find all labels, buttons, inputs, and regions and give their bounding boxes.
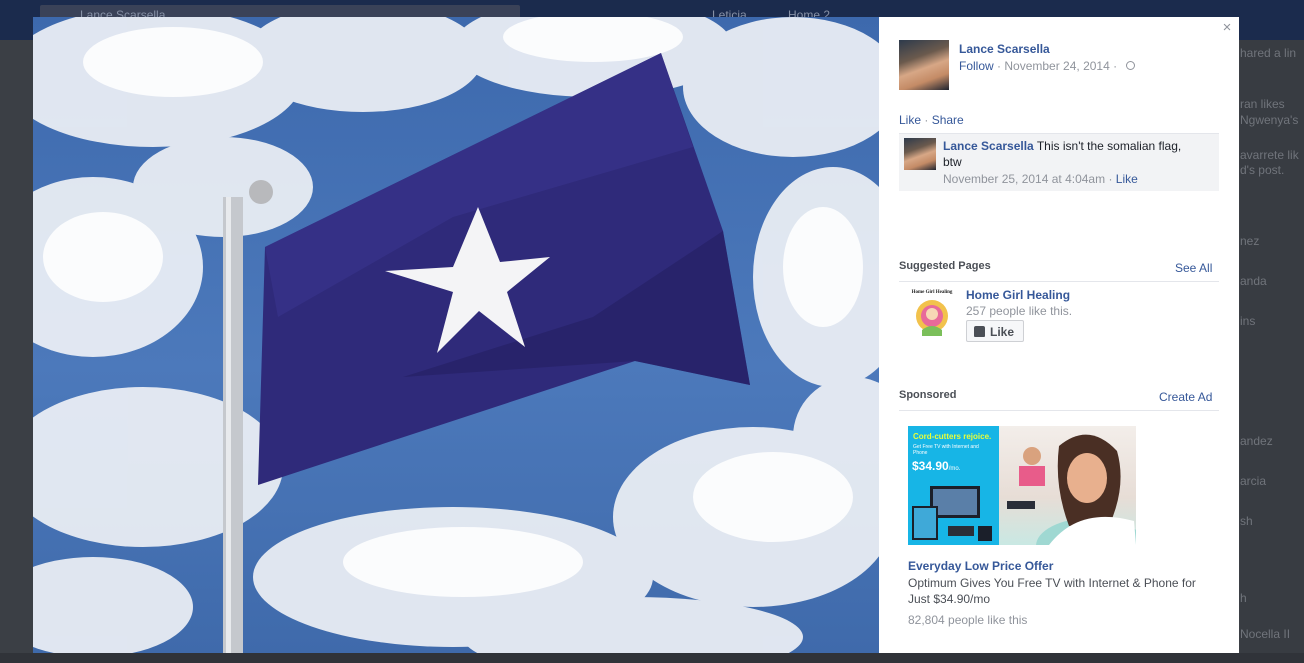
background-sidebar	[1240, 40, 1304, 663]
ad-description: Optimum Gives You Free TV with Internet …	[908, 576, 1196, 606]
close-icon[interactable]: ×	[1220, 20, 1234, 36]
ad-photo-art	[1007, 434, 1136, 545]
flag-pole-finial	[249, 180, 273, 204]
background-sidebar-text: hared a lin	[1240, 46, 1297, 60]
ad-devices-art	[912, 486, 992, 541]
comment-like-link[interactable]: Like	[1116, 172, 1138, 186]
background-sidebar-text: h	[1240, 591, 1247, 605]
page-logo-lettering: Home Girl Healing	[912, 290, 953, 295]
background-sidebar-text: Nocella II	[1240, 627, 1291, 641]
page-logo-art: Home Girl Healing	[912, 290, 953, 336]
ad-title-link[interactable]: Everyday Low Price Offer	[908, 559, 1053, 573]
suggested-page-likes: 257 people like this.	[966, 304, 1073, 318]
ad-image[interactable]: Cord-cutters rejoice. Get Free TV with I…	[908, 426, 1136, 545]
suggested-pages-title: Suggested Pages	[899, 260, 991, 272]
comment-timestamp[interactable]: November 25, 2014 at 4:04am	[943, 172, 1105, 186]
ad-promo-panel: Cord-cutters rejoice. Get Free TV with I…	[908, 426, 999, 545]
background-sidebar-text: anda	[1240, 274, 1267, 288]
see-all-link[interactable]: See All	[1175, 261, 1212, 275]
like-link[interactable]: Like	[899, 113, 921, 127]
background-sidebar-text: ins	[1240, 314, 1256, 328]
background-sidebar-text: d's post.	[1240, 163, 1285, 177]
commenter-name-link[interactable]: Lance Scarsella	[943, 139, 1034, 153]
comment-meta: November 25, 2014 at 4:04am · Like	[943, 172, 1138, 186]
background-sidebar-text: avarrete lik	[1240, 148, 1299, 162]
globe-icon[interactable]	[1126, 61, 1136, 70]
sponsored-title: Sponsored	[899, 389, 957, 401]
suggested-divider	[899, 281, 1219, 282]
meta-separator: ·	[1109, 59, 1121, 73]
background-sidebar-text: sh	[1240, 514, 1253, 528]
sponsored-divider	[899, 410, 1219, 411]
share-link[interactable]: Share	[932, 113, 964, 127]
author-meta: Follow · November 24, 2014 ·	[959, 59, 1136, 73]
background-sidebar-text: nez	[1240, 234, 1260, 248]
author-avatar[interactable]	[899, 40, 949, 90]
background-sidebar-text: andez	[1240, 434, 1273, 448]
suggested-page-name[interactable]: Home Girl Healing	[966, 288, 1070, 302]
comment-meta-separator: ·	[1105, 172, 1116, 186]
flag-pole-highlight	[226, 197, 231, 653]
commenter-avatar[interactable]	[904, 138, 936, 170]
page-like-button[interactable]: Like	[966, 320, 1024, 342]
flag-photo-illustration	[33, 17, 879, 653]
post-date[interactable]: November 24, 2014	[1004, 59, 1109, 73]
background-bottom-strip	[0, 653, 1304, 663]
follow-link[interactable]: Follow	[959, 59, 994, 73]
create-ad-link[interactable]: Create Ad	[1159, 390, 1212, 404]
page-like-button-label: Like	[990, 325, 1015, 339]
thumbs-up-icon	[974, 326, 985, 337]
page-logo[interactable]: Home Girl Healing	[906, 286, 958, 338]
background-sidebar-text: arcia	[1240, 474, 1267, 488]
post-actions: Like · Share	[899, 113, 964, 127]
flag-photo[interactable]	[33, 17, 879, 653]
ad-likes: 82,804 people like this	[908, 613, 1028, 627]
meta-separator: ·	[993, 59, 1005, 73]
background-sidebar-text: ran likes	[1240, 97, 1285, 111]
comment-text: Lance Scarsella This isn't the somalian …	[943, 138, 1203, 170]
ad-photo-panel	[999, 426, 1136, 545]
author-name-link[interactable]: Lance Scarsella	[959, 42, 1050, 56]
action-separator: ·	[921, 113, 932, 127]
background-sidebar-text: Ngwenya's	[1240, 113, 1299, 127]
